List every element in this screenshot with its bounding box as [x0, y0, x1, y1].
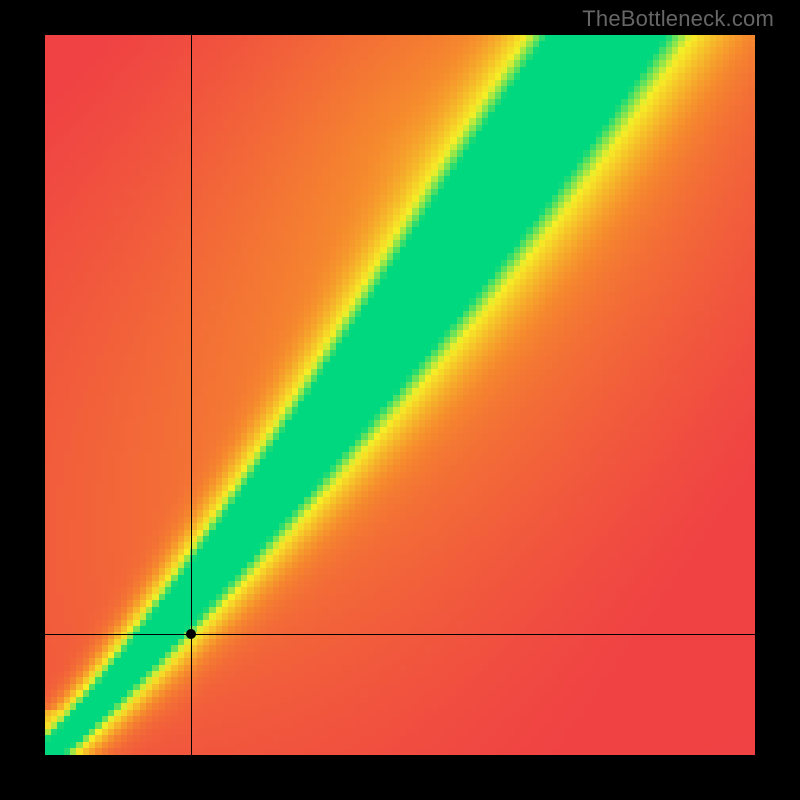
heatmap-canvas — [45, 35, 755, 755]
crosshair-vertical — [191, 35, 192, 755]
marker-dot — [186, 629, 196, 639]
crosshair-horizontal — [45, 634, 755, 635]
chart-frame: TheBottleneck.com — [0, 0, 800, 800]
plot-area — [45, 35, 755, 755]
watermark-text: TheBottleneck.com — [582, 6, 774, 32]
